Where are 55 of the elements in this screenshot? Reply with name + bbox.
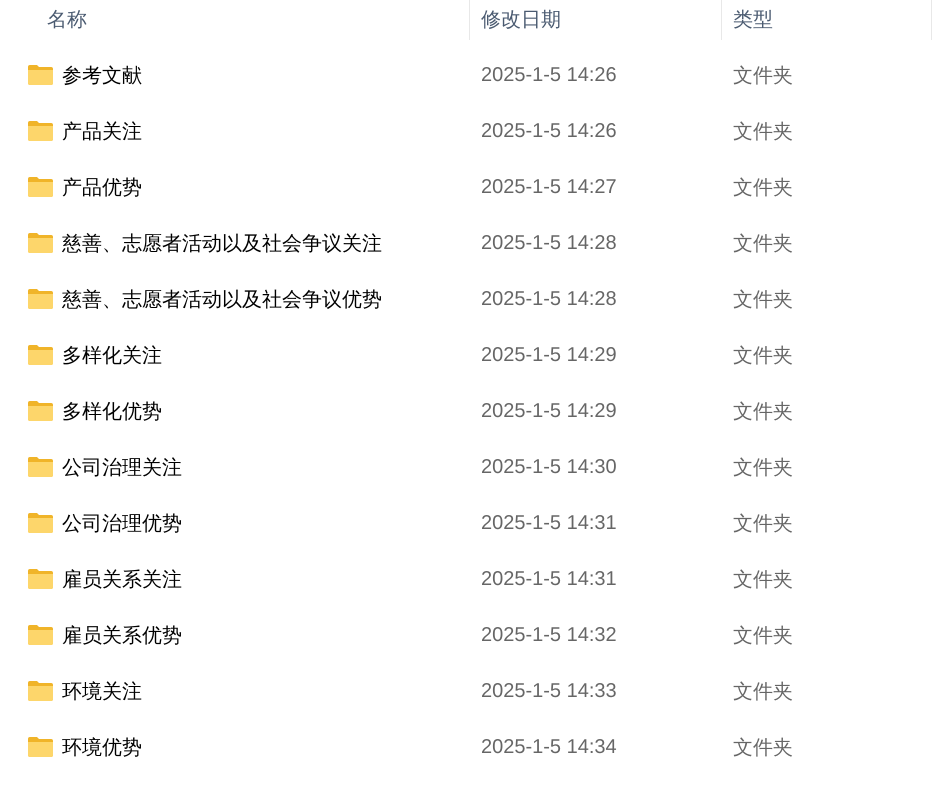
folder-name[interactable]: 雇员关系关注	[62, 566, 182, 592]
file-type: 文件夹	[732, 510, 794, 536]
folder-name[interactable]: 产品关注	[62, 118, 142, 144]
file-type: 文件夹	[732, 566, 794, 592]
file-type: 文件夹	[732, 678, 794, 704]
folder-icon	[28, 233, 53, 253]
folder-name[interactable]: 多样化优势	[62, 398, 162, 424]
file-type: 文件夹	[732, 62, 794, 88]
file-type: 文件夹	[732, 230, 794, 256]
file-type: 文件夹	[732, 118, 794, 144]
folder-icon	[28, 457, 53, 477]
column-header[interactable]: 名称	[47, 6, 87, 33]
modified-date: 2025-1-5 14:29	[480, 344, 618, 366]
modified-date: 2025-1-5 14:31	[480, 568, 618, 590]
column-header[interactable]: 修改日期	[481, 6, 561, 33]
modified-date: 2025-1-5 14:28	[480, 232, 618, 254]
folder-name[interactable]: 参考文献	[62, 62, 142, 88]
modified-date: 2025-1-5 14:27	[480, 176, 618, 198]
folder-icon	[28, 121, 53, 141]
folder-name[interactable]: 公司治理优势	[62, 510, 182, 536]
modified-date: 2025-1-5 14:34	[480, 736, 618, 758]
file-type: 文件夹	[732, 286, 794, 312]
folder-icon	[28, 737, 53, 757]
modified-date: 2025-1-5 14:31	[480, 512, 618, 534]
modified-date: 2025-1-5 14:26	[480, 64, 618, 86]
folder-name[interactable]: 环境优势	[62, 734, 142, 760]
folder-name[interactable]: 雇员关系优势	[62, 622, 182, 648]
file-type: 文件夹	[732, 342, 794, 368]
modified-date: 2025-1-5 14:33	[480, 680, 618, 702]
modified-date: 2025-1-5 14:26	[480, 120, 618, 142]
folder-icon	[28, 513, 53, 533]
file-type: 文件夹	[732, 454, 794, 480]
folder-name[interactable]: 慈善、志愿者活动以及社会争议关注	[62, 230, 382, 256]
folder-icon	[28, 65, 53, 85]
folder-name[interactable]: 多样化关注	[62, 342, 162, 368]
modified-date: 2025-1-5 14:28	[480, 288, 618, 310]
folder-icon	[28, 289, 53, 309]
folder-icon	[28, 625, 53, 645]
modified-date: 2025-1-5 14:30	[480, 456, 618, 478]
folder-name[interactable]: 公司治理关注	[62, 454, 182, 480]
folder-icon	[28, 345, 53, 365]
folder-icon	[28, 681, 53, 701]
folder-icon	[28, 401, 53, 421]
folder-icon	[28, 569, 53, 589]
file-type: 文件夹	[732, 622, 794, 648]
modified-date: 2025-1-5 14:32	[480, 624, 618, 646]
file-type: 文件夹	[732, 174, 794, 200]
column-header[interactable]: 类型	[733, 6, 773, 33]
folder-icon	[28, 177, 53, 197]
folder-name[interactable]: 产品优势	[62, 174, 142, 200]
folder-name[interactable]: 慈善、志愿者活动以及社会争议优势	[62, 286, 382, 312]
file-type: 文件夹	[732, 734, 794, 760]
file-type: 文件夹	[732, 398, 794, 424]
folder-name[interactable]: 环境关注	[62, 678, 142, 704]
modified-date: 2025-1-5 14:29	[480, 400, 618, 422]
